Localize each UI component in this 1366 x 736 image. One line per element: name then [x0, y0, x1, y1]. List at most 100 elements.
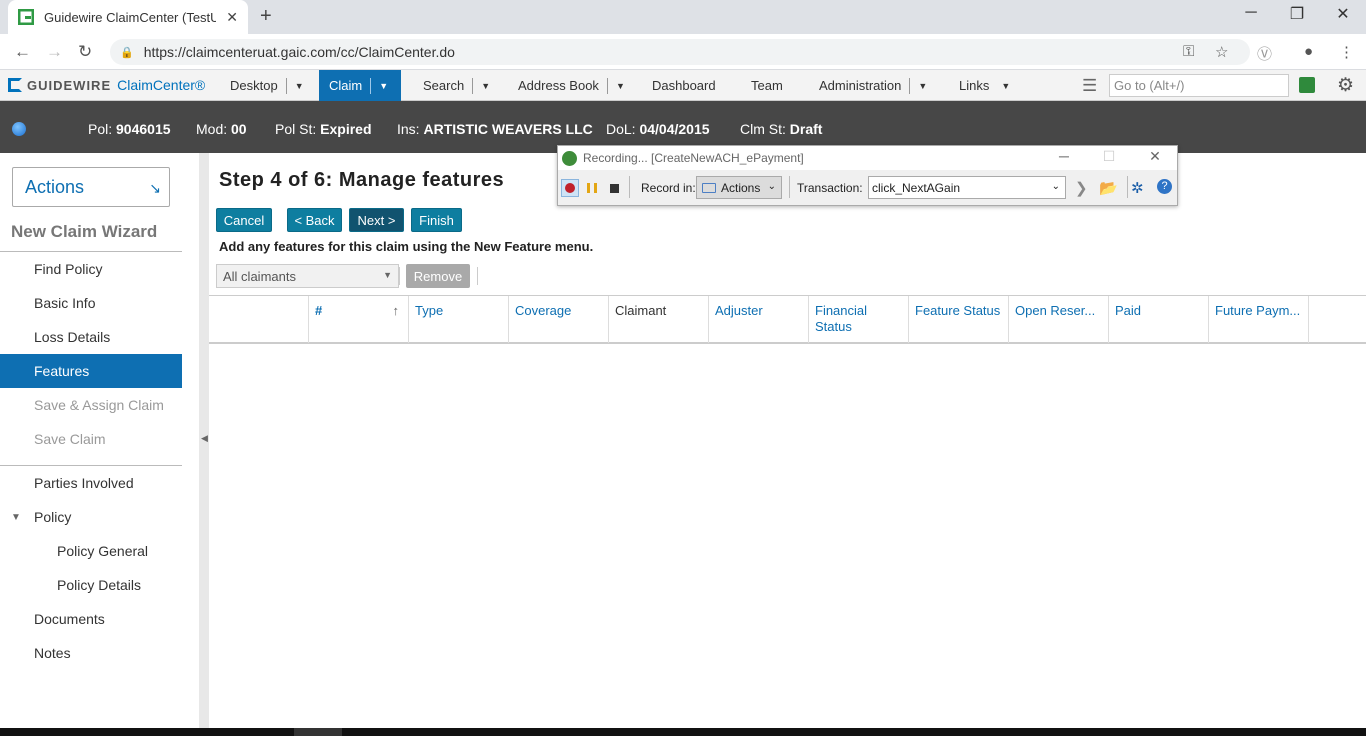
recorder-maximize-button: ☐: [1102, 148, 1116, 164]
menu-label: Links: [959, 78, 990, 93]
cancel-button[interactable]: Cancel: [216, 208, 272, 232]
claimant-filter-select[interactable]: All claimants ▼: [216, 264, 399, 288]
sidebar-splitter[interactable]: ◀: [199, 153, 209, 728]
object-spy-icon[interactable]: ✲: [1131, 179, 1144, 197]
chevron-right-icon[interactable]: ❯: [1075, 179, 1088, 197]
menu-dashboard[interactable]: Dashboard: [652, 70, 716, 101]
chevron-down-icon[interactable]: ▼: [616, 81, 625, 91]
main-content: Step 4 of 6: Manage features Cancel < Ba…: [209, 153, 1366, 728]
maximize-button[interactable]: ❐: [1274, 4, 1320, 24]
menu-address-book[interactable]: Address Book ▼: [518, 70, 625, 101]
guidewire-favicon-icon: [18, 9, 34, 25]
next-button[interactable]: Next >: [349, 208, 404, 232]
menu-administration[interactable]: Administration ▼: [819, 70, 927, 101]
column-coverage[interactable]: Coverage: [509, 296, 609, 343]
menu-label: Search: [423, 78, 465, 93]
chevron-down-icon[interactable]: ▼: [295, 81, 304, 91]
record-button[interactable]: [561, 179, 579, 197]
recorder-close-button[interactable]: ✕: [1135, 148, 1175, 165]
transaction-select[interactable]: click_NextAGain ⌄: [868, 176, 1066, 199]
sidebar-item-loss-details[interactable]: Loss Details: [0, 320, 182, 354]
menu-label: Administration: [819, 78, 902, 93]
url-text: https://claimcenteruat.gaic.com/cc/Claim…: [143, 44, 455, 60]
column-paid[interactable]: Paid: [1109, 296, 1209, 343]
page-title: Step 4 of 6: Manage features: [219, 169, 505, 191]
column-filler: [1309, 296, 1366, 343]
pause-icon: [587, 183, 597, 193]
kebab-menu-icon[interactable]: ⋮: [1339, 43, 1354, 61]
open-folder-icon[interactable]: 📂: [1099, 179, 1118, 197]
sidebar-item-policy-details[interactable]: Policy Details: [0, 568, 182, 602]
status-dot-icon: [12, 122, 26, 136]
column-type[interactable]: Type: [409, 296, 509, 343]
url-omnibox[interactable]: 🔒 https://claimcenteruat.gaic.com/cc/Cla…: [110, 39, 1250, 65]
chevron-down-icon[interactable]: ▼: [481, 81, 490, 91]
record-in-select[interactable]: Actions ⌄: [696, 176, 782, 199]
recorder-title-bar[interactable]: Recording... [CreateNewACH_ePayment] ─ ☐…: [558, 146, 1177, 170]
sort-ascending-icon[interactable]: ↑: [393, 303, 400, 319]
pause-button[interactable]: [583, 179, 601, 197]
forward-arrow-icon[interactable]: →: [46, 42, 63, 62]
star-bookmark-icon[interactable]: ☆: [1215, 43, 1228, 61]
hamburger-menu-icon[interactable]: ☰: [1082, 76, 1097, 96]
sidebar-item-policy[interactable]: ▼ Policy: [0, 500, 182, 534]
sidebar: Actions ↘ New Claim Wizard Find Policy B…: [0, 153, 199, 728]
chevron-down-icon[interactable]: ▼: [379, 81, 388, 91]
back-arrow-icon[interactable]: ←: [14, 42, 31, 62]
column-label: #: [315, 303, 323, 318]
triangle-down-icon[interactable]: ▼: [11, 512, 21, 523]
sidebar-item-documents[interactable]: Documents: [0, 602, 182, 636]
help-icon[interactable]: ?: [1157, 179, 1172, 194]
separator: [399, 267, 400, 285]
menu-desktop[interactable]: Desktop ▼: [230, 70, 304, 101]
gear-icon[interactable]: ⚙: [1337, 74, 1354, 97]
goto-input[interactable]: Go to (Alt+/): [1109, 74, 1289, 97]
minimize-button[interactable]: ─: [1228, 4, 1274, 22]
finish-button[interactable]: Finish: [411, 208, 462, 232]
menu-claim[interactable]: Claim ▼: [319, 70, 401, 101]
sidebar-item-features[interactable]: Features: [0, 354, 182, 388]
new-tab-button[interactable]: +: [260, 5, 272, 28]
menu-label: Claim: [329, 78, 363, 93]
menu-separator: [370, 77, 372, 94]
column-feature-status[interactable]: Feature Status: [909, 296, 1009, 343]
recorder-minimize-button[interactable]: ─: [1044, 148, 1084, 164]
menu-team[interactable]: Team: [751, 70, 783, 101]
sidebar-item-policy-general[interactable]: Policy General: [0, 534, 182, 568]
column-adjuster[interactable]: Adjuster: [709, 296, 809, 343]
close-window-button[interactable]: ✕: [1320, 4, 1366, 24]
taskbar-item[interactable]: [294, 728, 342, 736]
profile-icon[interactable]: ●: [1304, 43, 1313, 60]
chevron-down-icon[interactable]: ▼: [918, 81, 927, 91]
tab-close-icon[interactable]: ✕: [226, 9, 238, 26]
actions-label: Actions: [25, 176, 85, 197]
menu-label: Desktop: [230, 78, 278, 93]
browser-tab[interactable]: Guidewire ClaimCenter (TestUser ✕: [8, 0, 248, 34]
chevron-down-icon: ⌄: [767, 181, 776, 192]
sidebar-item-find-policy[interactable]: Find Policy: [0, 252, 182, 286]
stop-button[interactable]: [605, 179, 623, 197]
separator: [1127, 176, 1128, 198]
key-icon[interactable]: ⚿: [1183, 43, 1194, 60]
browser-address-bar: ← → ↻ 🔒 https://claimcenteruat.gaic.com/…: [0, 34, 1366, 70]
features-table-header: # ↑ Type Coverage Claimant Adjuster Fina…: [209, 295, 1366, 344]
save-icon[interactable]: [1299, 77, 1315, 93]
menu-links[interactable]: Links ▼: [959, 70, 1010, 101]
column-open-reserves[interactable]: Open Reser...: [1009, 296, 1109, 343]
sidebar-item-notes[interactable]: Notes: [0, 636, 182, 670]
column-financial-status[interactable]: Financial Status: [809, 296, 909, 343]
extension-icon[interactable]: Ⓥ: [1257, 43, 1272, 64]
reload-icon[interactable]: ↻: [78, 42, 92, 62]
menu-search[interactable]: Search ▼: [423, 70, 490, 101]
back-button[interactable]: < Back: [287, 208, 342, 232]
sidebar-item-basic-info[interactable]: Basic Info: [0, 286, 182, 320]
logo-mark-icon: [8, 78, 22, 92]
actions-button[interactable]: Actions ↘: [12, 167, 170, 207]
column-claimant: Claimant: [609, 296, 709, 343]
menu-label: Dashboard: [652, 78, 716, 93]
column-number[interactable]: # ↑: [309, 296, 409, 343]
column-future-payments[interactable]: Future Paym...: [1209, 296, 1309, 343]
sidebar-item-parties-involved[interactable]: Parties Involved: [0, 466, 182, 500]
collapse-left-icon[interactable]: ◀: [201, 433, 208, 444]
chevron-down-icon[interactable]: ▼: [1001, 81, 1010, 91]
